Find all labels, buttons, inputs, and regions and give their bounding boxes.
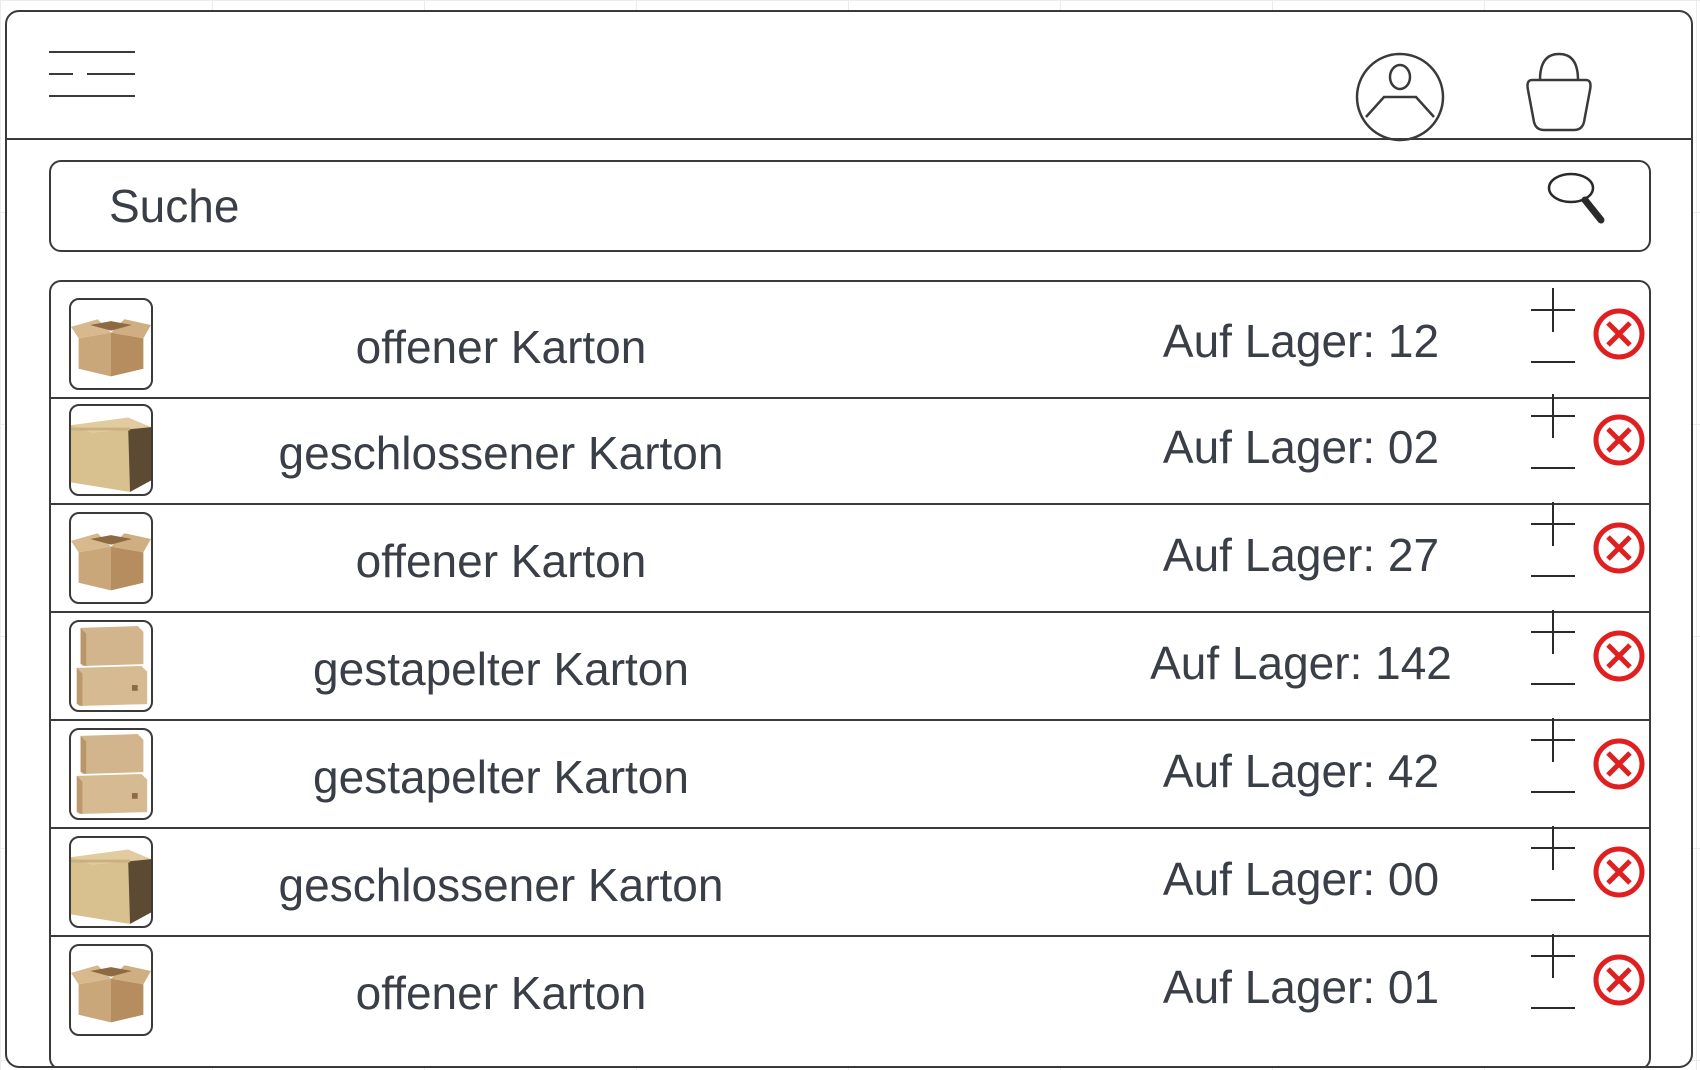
minus-icon[interactable] — [1529, 674, 1577, 694]
stock-count: Auf Lager: 12 — [1162, 315, 1440, 367]
hamburger-menu-icon[interactable] — [47, 50, 137, 98]
stock-count: Auf Lager: 02 — [1162, 421, 1440, 473]
stock-count: Auf Lager: 27 — [1162, 529, 1440, 581]
product-row[interactable]: gestapelter Karton Auf Lager: 142 — [51, 604, 1649, 721]
product-thumbnail — [69, 512, 153, 604]
closed-box-image — [71, 417, 151, 492]
minus-icon[interactable] — [1529, 890, 1577, 910]
minus-icon[interactable] — [1529, 998, 1577, 1018]
remove-circle-icon[interactable] — [1591, 844, 1647, 900]
product-name: geschlossener Karton — [278, 859, 724, 911]
plus-icon[interactable] — [1529, 608, 1577, 656]
search-bar — [49, 160, 1651, 252]
product-row[interactable]: geschlossener Karton Auf Lager: 02 — [51, 388, 1649, 505]
product-row[interactable]: geschlossener Karton Auf Lager: 00 — [51, 820, 1649, 937]
top-bar — [7, 12, 1691, 143]
product-row[interactable]: offener Karton Auf Lager: 12 — [51, 282, 1649, 399]
product-row[interactable]: offener Karton Auf Lager: 01 — [51, 928, 1649, 1045]
minus-icon[interactable] — [1529, 352, 1577, 372]
stock-count: Auf Lager: 42 — [1162, 745, 1440, 797]
plus-icon[interactable] — [1529, 392, 1577, 440]
plus-icon[interactable] — [1529, 932, 1577, 980]
product-list: offener Karton Auf Lager: 12 geschlossene… — [49, 280, 1651, 1066]
stacked-boxes-image — [76, 626, 148, 706]
app-window: offener Karton Auf Lager: 12 geschlossene… — [5, 10, 1693, 1068]
open-box-image — [71, 533, 151, 591]
remove-circle-icon[interactable] — [1591, 628, 1647, 684]
shopping-bag-icon[interactable] — [1524, 50, 1594, 134]
product-row[interactable]: gestapelter Karton Auf Lager: 42 — [51, 712, 1649, 829]
product-thumbnail — [69, 620, 153, 712]
plus-icon[interactable] — [1529, 500, 1577, 548]
stock-count: Auf Lager: 01 — [1162, 961, 1440, 1013]
product-name: offener Karton — [355, 321, 647, 373]
remove-circle-icon[interactable] — [1591, 306, 1647, 362]
stock-count: Auf Lager: 142 — [1150, 637, 1452, 689]
minus-icon[interactable] — [1529, 458, 1577, 478]
stacked-boxes-image — [76, 734, 148, 814]
remove-circle-icon[interactable] — [1591, 520, 1647, 576]
remove-circle-icon[interactable] — [1591, 736, 1647, 792]
remove-circle-icon[interactable] — [1591, 412, 1647, 468]
product-name: offener Karton — [355, 967, 647, 1019]
plus-icon[interactable] — [1529, 716, 1577, 764]
magnifier-icon[interactable] — [1545, 170, 1609, 234]
product-name: geschlossener Karton — [278, 427, 724, 479]
minus-icon[interactable] — [1529, 566, 1577, 586]
product-thumbnail — [69, 404, 153, 496]
product-name: gestapelter Karton — [313, 643, 689, 695]
plus-icon[interactable] — [1529, 286, 1577, 334]
product-thumbnail — [69, 728, 153, 820]
closed-box-image — [71, 849, 151, 924]
user-account-icon[interactable] — [1354, 51, 1446, 143]
product-thumbnail — [69, 944, 153, 1036]
search-input[interactable] — [109, 174, 1509, 238]
product-thumbnail — [69, 298, 153, 390]
open-box-image — [71, 965, 151, 1023]
stock-count: Auf Lager: 00 — [1162, 853, 1440, 905]
product-name: offener Karton — [355, 535, 647, 587]
product-name: gestapelter Karton — [313, 751, 689, 803]
open-box-image — [71, 319, 151, 377]
product-row[interactable]: offener Karton Auf Lager: 27 — [51, 496, 1649, 613]
remove-circle-icon[interactable] — [1591, 952, 1647, 1008]
minus-icon[interactable] — [1529, 782, 1577, 802]
plus-icon[interactable] — [1529, 824, 1577, 872]
product-thumbnail — [69, 836, 153, 928]
